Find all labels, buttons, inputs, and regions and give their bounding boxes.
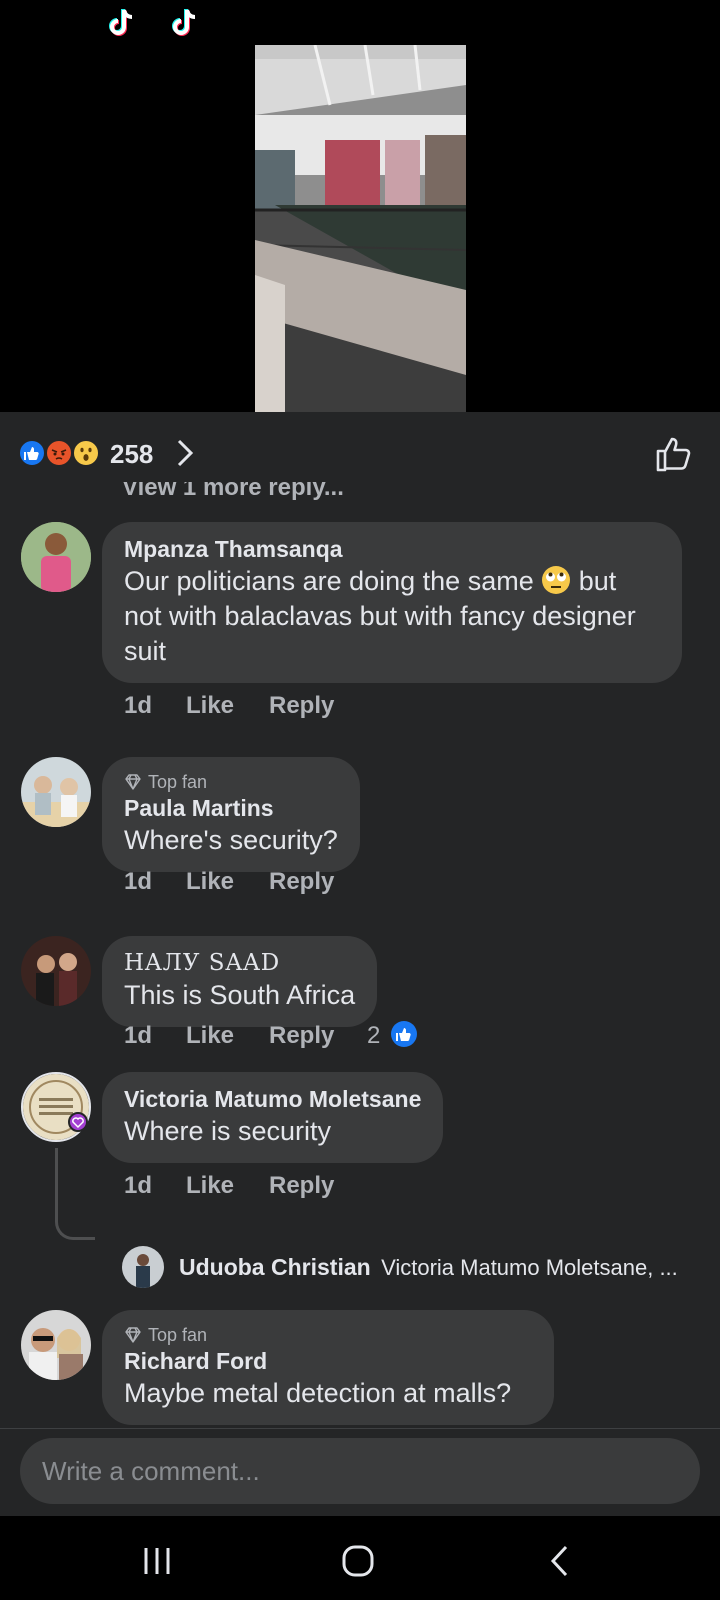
comment-input[interactable]: Write a comment... <box>20 1438 700 1504</box>
thumbs-up-icon[interactable] <box>654 434 694 474</box>
comment-text: not with balaclavas but with fancy desig… <box>124 601 636 631</box>
reply-button[interactable]: Reply <box>269 1022 334 1050</box>
comment-timestamp: 1d <box>124 1172 153 1199</box>
reply-button[interactable]: Reply <box>269 868 334 896</box>
top-fan-badge: Top fan <box>124 771 338 793</box>
diamond-icon <box>125 1327 141 1343</box>
avatar[interactable] <box>21 522 91 592</box>
reply-text: Victoria Matumo Moletsane, ... <box>381 1255 678 1280</box>
comment-text: This is South Africa <box>124 980 356 1010</box>
reaction-count[interactable]: 258 <box>110 439 153 470</box>
comment-bubble[interactable]: HAЛУ SAAD This is South Africa <box>102 936 378 1027</box>
like-button[interactable]: Like <box>186 868 234 896</box>
chevron-right-icon[interactable] <box>176 438 194 468</box>
thread-line <box>55 1148 95 1240</box>
recent-apps-icon[interactable] <box>142 1546 172 1576</box>
eye-roll-emoji-icon <box>542 566 571 594</box>
comment-text: Where's security? <box>124 825 338 855</box>
comment-author[interactable]: HAЛУ SAAD <box>124 948 355 978</box>
home-icon[interactable] <box>341 1544 375 1578</box>
reply-author[interactable]: Uduoba Christian <box>179 1254 371 1280</box>
top-fan-badge: Top fan <box>124 1324 532 1346</box>
comment-author[interactable]: Paula Martins <box>124 793 338 823</box>
reaction-summary[interactable]: 258 <box>0 412 720 482</box>
tiktok-icon <box>172 9 196 36</box>
reaction-count[interactable]: 2 <box>367 1022 380 1050</box>
comment-text: Our politicians are doing the same <box>124 566 534 596</box>
divider <box>0 1428 720 1429</box>
avatar[interactable] <box>21 936 91 1006</box>
like-button[interactable]: Like <box>186 1022 234 1050</box>
like-reaction-icon <box>390 1020 418 1055</box>
like-reaction-icon <box>18 439 46 467</box>
back-icon[interactable] <box>548 1544 570 1578</box>
comment-text: Where is security <box>124 1116 332 1146</box>
video-thumbnail[interactable] <box>255 45 466 412</box>
like-button[interactable]: Like <box>186 692 234 720</box>
tiktok-icon <box>109 9 133 36</box>
avatar[interactable] <box>21 1310 91 1380</box>
system-nav-bar <box>0 1516 720 1600</box>
comment-timestamp: 1d <box>124 692 153 719</box>
reply-button[interactable]: Reply <box>269 1172 334 1200</box>
angry-reaction-icon <box>45 439 73 467</box>
comment-author[interactable]: Richard Ford <box>124 1346 532 1376</box>
avatar[interactable] <box>122 1246 164 1288</box>
comment-timestamp: 1d <box>124 1022 153 1049</box>
reply-preview[interactable]: Uduoba Christian Victoria Matumo Moletsa… <box>179 1254 678 1281</box>
comment-timestamp: 1d <box>124 868 153 895</box>
comment-author[interactable]: Mpanza Thamsanqa <box>124 534 660 564</box>
diamond-icon <box>125 774 141 790</box>
comment-author[interactable]: Victoria Matumo Moletsane <box>124 1084 421 1114</box>
wow-reaction-icon <box>72 439 100 467</box>
comment-bubble[interactable]: Top fan Paula Martins Where's security? <box>102 757 360 872</box>
comment-text: but <box>578 566 617 596</box>
comment-bubble[interactable]: Top fan Richard Ford Maybe metal detecti… <box>102 1310 554 1425</box>
reply-button[interactable]: Reply <box>269 692 334 720</box>
comment-text: Maybe metal detection at malls? <box>124 1378 512 1408</box>
video-area[interactable] <box>0 0 720 412</box>
comments-panel[interactable]: 258 View 1 more reply... Mpanza Thamsanq… <box>0 412 720 1516</box>
comment-bubble[interactable]: Mpanza Thamsanqa Our politicians are doi… <box>102 522 682 683</box>
like-button[interactable]: Like <box>186 1172 234 1200</box>
comment-bubble[interactable]: Victoria Matumo Moletsane Where is secur… <box>102 1072 444 1163</box>
comment-text: suit <box>124 636 167 666</box>
avatar[interactable] <box>21 757 91 827</box>
heart-badge-icon <box>68 1112 88 1132</box>
